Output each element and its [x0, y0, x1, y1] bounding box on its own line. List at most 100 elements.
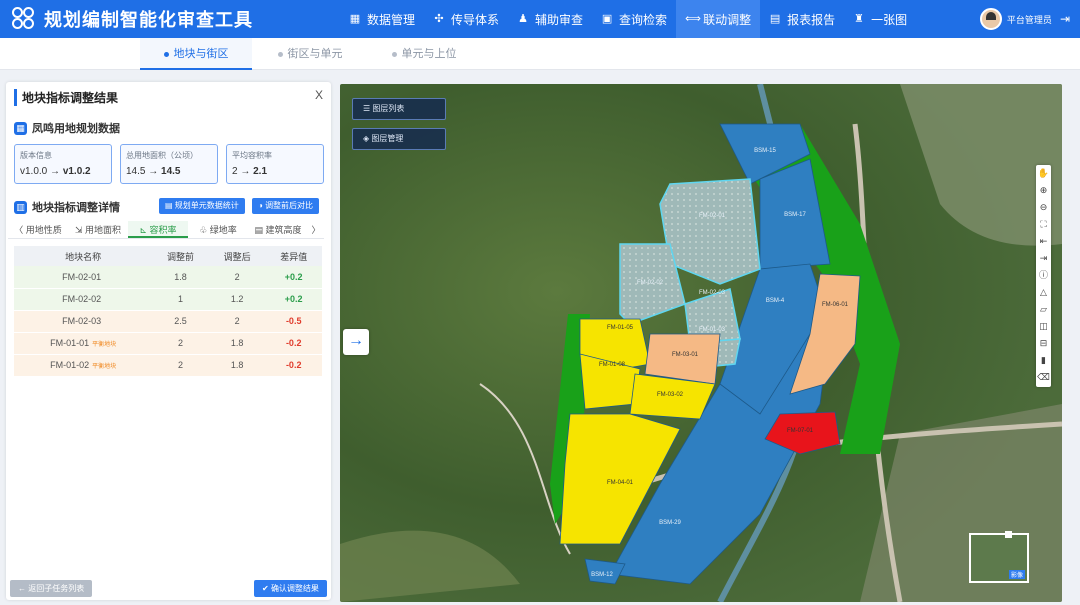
map-toolbar: ✋ ⊕ ⊖ ⛶ ⇤ ⇥ ⓘ △ ▱ ◫ ⊟ ▮ ⌫	[1036, 165, 1051, 387]
table-row[interactable]: FM-01-02 平衡地块 2 1.8 -0.2	[14, 354, 322, 377]
database-icon: ▦	[349, 13, 361, 25]
avatar[interactable]	[979, 8, 1002, 30]
nav-label: 联动调整	[703, 12, 752, 27]
nav-item-2[interactable]: ♟ 辅助审查	[508, 0, 592, 38]
cell-after: 1.8	[208, 332, 266, 355]
compare-button[interactable]: ◑ 调整前后对比	[252, 198, 320, 214]
forward-icon[interactable]: ⇥	[1036, 250, 1051, 267]
cell-diff: -0.2	[265, 354, 322, 377]
zoom-in-icon[interactable]: ⊕	[1036, 182, 1051, 199]
user-menu[interactable]: 平台管理员 ⇥	[979, 0, 1070, 38]
col-after: 调整后	[208, 246, 266, 266]
col-before: 调整前	[152, 246, 209, 266]
cell-after: 2	[208, 310, 266, 333]
split-icon[interactable]: ◫	[1036, 318, 1051, 335]
zoom-out-icon[interactable]: ⊖	[1036, 199, 1051, 216]
parcel-label: FM-01-03	[699, 327, 726, 333]
confirm-result-button[interactable]: ✔ 确认调整结果	[254, 580, 327, 597]
balance-tag: 平衡地块	[92, 342, 117, 348]
table-row[interactable]: FM-02-01 1.8 2 +0.2	[14, 266, 322, 289]
card-value: 14.5 → 14.5	[126, 166, 181, 177]
nav-label: 查询检索	[619, 12, 668, 27]
cell-before: 2.5	[152, 310, 209, 333]
bookmark-icon[interactable]: ▮	[1036, 352, 1051, 369]
cell-before: 2	[152, 332, 209, 355]
top-bar: 规划编制智能化审查工具 ▦ 数据管理 ✣ 传导体系 ♟ 辅助审查 ▣ 查询检索 ⟺ 联动调整 ▤ 报表…	[0, 0, 1080, 38]
section-data-head: ▦ 凤鸣用地规划数据	[14, 120, 120, 136]
sub-tabs: 地块与街区 街区与单元 单元与上位	[0, 38, 1080, 70]
tab-dot-icon	[163, 51, 169, 57]
nav-label: 数据管理	[367, 12, 416, 27]
indicator-tab-0[interactable]: 〈 用地性质	[8, 221, 68, 238]
indicator-tab-5[interactable]: 〉	[308, 221, 324, 238]
indicator-tab-4[interactable]: ▤ 建筑高度	[248, 221, 308, 238]
main-nav: ▦ 数据管理 ✣ 传导体系 ♟ 辅助审查 ▣ 查询检索 ⟺ 联动调整 ▤ 报表报告 ♜ 一张图	[340, 0, 916, 38]
map-canvas[interactable]: BSM-15 BSM-17 BSM-4 BSM-29 FM-02-01 FM-02-02 F…	[340, 84, 1062, 602]
indicator-tabs: 〈 用地性质 ⇲ 用地面积 ⊾ 容积率 ♧ 绿地率 ▤ 建筑高度〉	[8, 221, 324, 239]
parcel-label: FM-03-01	[672, 352, 699, 358]
database-icon: ▦	[14, 121, 27, 135]
nav-item-0[interactable]: ▦ 数据管理	[340, 0, 424, 38]
back-to-tasks-button[interactable]: ← 返回子任务列表	[10, 580, 93, 597]
unit-stats-button[interactable]: ▤ 规划单元数据统计	[159, 198, 245, 214]
parcel-label: BSM-17	[784, 212, 806, 218]
parcel-label: FM-01-05	[607, 325, 634, 331]
table-row[interactable]: FM-02-02 1 1.2 +0.2	[14, 288, 322, 311]
nav-item-6[interactable]: ♜ 一张图	[844, 0, 916, 38]
compare-icon[interactable]: ⊟	[1036, 335, 1051, 352]
parcel-label: FM-01-08	[599, 362, 626, 368]
cell-diff: +0.2	[265, 266, 322, 289]
detail-icon: ▥	[14, 200, 27, 214]
cell-before: 2	[152, 354, 209, 377]
parcel-label: BSM-15	[754, 148, 776, 154]
logo-icon	[12, 7, 36, 31]
subtab-parcel-block[interactable]: 地块与街区	[140, 38, 252, 70]
indicator-tab-1[interactable]: ⇲ 用地面积	[68, 221, 128, 238]
nav-label: 传导体系	[451, 12, 500, 27]
basemap-switcher[interactable]: 影像	[969, 533, 1029, 583]
measure-icon[interactable]: △	[1036, 284, 1051, 301]
info-icon[interactable]: ⓘ	[1036, 267, 1051, 284]
indicator-tab-2[interactable]: ⊾ 容积率	[128, 221, 188, 238]
card-label: 版本信息	[20, 151, 52, 160]
cell-name: FM-01-01 平衡地块	[14, 332, 153, 355]
close-icon[interactable]: X	[315, 88, 323, 102]
subtab-unit-upper[interactable]: 单元与上位	[368, 38, 480, 70]
fullscreen-icon[interactable]: ⛶	[1036, 216, 1051, 233]
map-view[interactable]: BSM-15 BSM-17 BSM-4 BSM-29 FM-02-01 FM-02-02 F…	[340, 84, 1062, 602]
summary-cards: 版本信息 v1.0.0 → v1.0.2 总用地面积（公顷） 14.5 → 14.5 平…	[14, 144, 324, 184]
layer-manage-button[interactable]: ◈ 图层管理	[352, 128, 446, 150]
nav-item-1[interactable]: ✣ 传导体系	[424, 0, 508, 38]
nav-item-4[interactable]: ⟺ 联动调整	[676, 0, 761, 38]
indicator-tab-3[interactable]: ♧ 绿地率	[188, 221, 248, 238]
network-icon: ✣	[434, 13, 444, 25]
cell-name: FM-02-02	[14, 288, 153, 311]
parcel-label: FM-06-01	[822, 302, 849, 308]
user-name: 平台管理员	[1006, 14, 1052, 25]
table-row[interactable]: FM-01-01 平衡地块 2 1.8 -0.2	[14, 332, 322, 355]
layer-list-button[interactable]: ☰ 图层列表	[352, 98, 446, 120]
nav-item-5[interactable]: ▤ 报表报告	[760, 0, 844, 38]
report-icon: ▤	[769, 13, 781, 25]
card-value: 2 → 2.1	[232, 166, 268, 177]
parcel-label: BSM-12	[591, 572, 613, 578]
cell-diff: -0.5	[265, 310, 322, 333]
minimap-toggle[interactable]	[1005, 531, 1012, 538]
table-row[interactable]: FM-02-03 2.5 2 -0.5	[14, 310, 322, 333]
search-icon: ▣	[601, 13, 613, 25]
section-detail-title: 地块指标调整详情	[32, 202, 120, 214]
back-icon[interactable]: ⇤	[1036, 233, 1051, 250]
link-icon: ⟺	[685, 13, 701, 25]
nav-label: 一张图	[871, 12, 908, 27]
nav-item-3[interactable]: ▣ 查询检索	[592, 0, 676, 38]
expand-panel-icon[interactable]: →	[343, 329, 369, 355]
clear-icon[interactable]: ⌫	[1036, 369, 1051, 386]
area-icon[interactable]: ▱	[1036, 301, 1051, 318]
parcel-label: FM-02-01	[699, 213, 726, 219]
card-value: v1.0.0 → v1.0.2	[20, 166, 91, 177]
section-detail-head: ▥ 地块指标调整详情	[14, 199, 120, 215]
subtab-block-unit[interactable]: 街区与单元	[254, 38, 366, 70]
balance-tag: 平衡地块	[92, 364, 117, 370]
pan-icon[interactable]: ✋	[1036, 165, 1051, 182]
logout-icon[interactable]: ⇥	[1060, 12, 1070, 26]
